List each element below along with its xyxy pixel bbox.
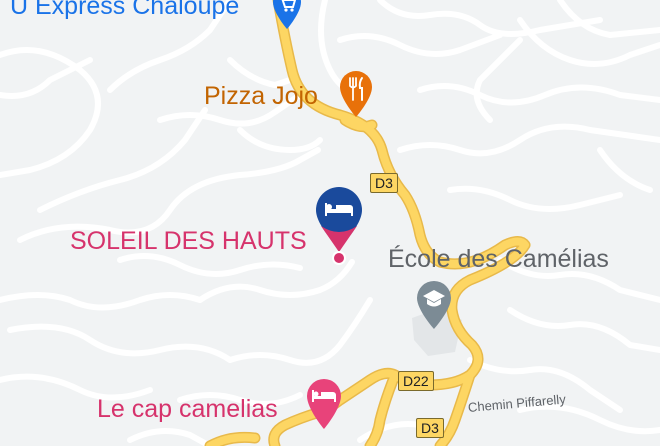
- poi-label: U Express Chaloupe: [10, 0, 240, 20]
- route-shield-d3-north: D3: [370, 173, 398, 193]
- fork-knife-icon: [340, 71, 372, 117]
- graduation-cap-icon: [417, 281, 451, 329]
- map-view[interactable]: D3 D22 D3 Chemin Piffarelly U Express Ch…: [0, 0, 660, 446]
- poi-label: École des Camélias: [388, 245, 609, 273]
- bed-icon: [307, 379, 341, 429]
- poi-label: Pizza Jojo: [204, 82, 318, 110]
- shopping-cart-icon: [273, 0, 301, 29]
- poi-label: SOLEIL DES HAUTS: [70, 227, 307, 255]
- poi-label: Le cap camelias: [97, 395, 278, 423]
- route-shield-d3-south: D3: [416, 418, 444, 438]
- hotel-location-marker: [316, 187, 362, 265]
- route-shield-d22: D22: [398, 371, 434, 391]
